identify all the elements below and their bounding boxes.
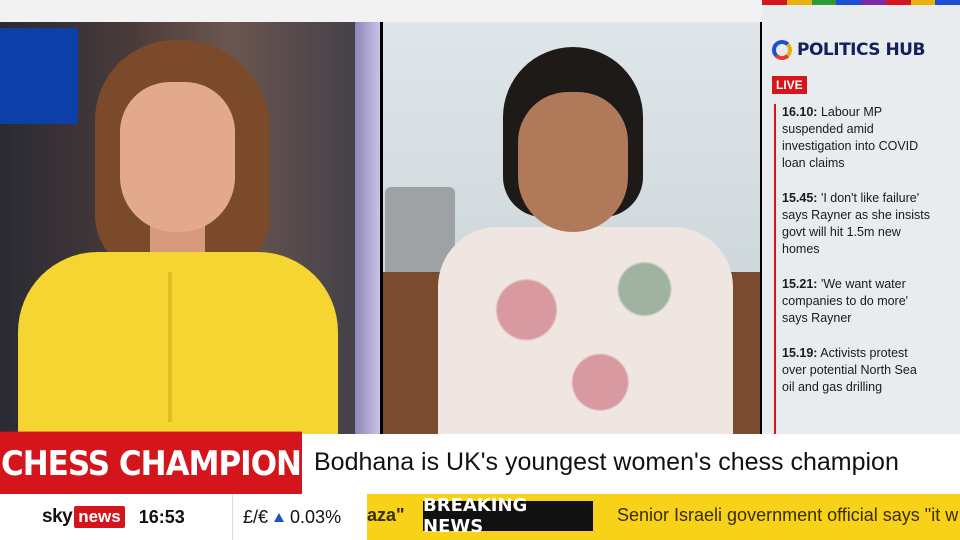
ticker-bar: sky news 16:53 £/€ 0.03% aza" BREAKING N… — [0, 494, 960, 540]
hub-item-time: 15.19: — [782, 346, 818, 360]
presenter-face — [120, 82, 235, 232]
color-stripe — [910, 0, 936, 5]
breaking-news-label: BREAKING NEWS — [423, 495, 593, 537]
currency-pair: £/€ — [243, 506, 269, 527]
color-stripe — [861, 0, 886, 5]
timeline-line — [774, 104, 776, 434]
currency-ticker: £/€ 0.03% — [232, 494, 367, 540]
politics-hub-header: POLITICS HUB — [772, 40, 925, 60]
color-stripe — [935, 0, 960, 5]
live-badge: LIVE — [772, 76, 807, 94]
color-stripe — [836, 0, 861, 5]
color-stripe — [885, 0, 911, 5]
news-logo-box: news — [74, 506, 125, 528]
guest-face — [518, 92, 628, 232]
politics-hub-title: POLITICS HUB — [797, 40, 925, 60]
color-stripe — [786, 0, 812, 5]
sky-logo-text: sky — [42, 506, 73, 527]
guest-floral-top — [438, 227, 733, 434]
hub-item: 15.19: Activists protest over potential … — [782, 345, 932, 396]
clock: 16:53 — [138, 506, 185, 527]
hub-item: 16.10: Labour MP suspended amid investig… — [782, 104, 932, 172]
previous-story-fragment: aza" — [367, 505, 405, 525]
presenter-yellow-blouse — [18, 252, 338, 434]
up-arrow-icon — [274, 512, 285, 522]
studio-screen — [0, 28, 78, 124]
sky-news-brand: sky news 16:53 — [0, 494, 232, 540]
hub-item-time: 16.10: — [782, 105, 818, 119]
studio-video-feed — [0, 22, 380, 434]
hub-item: 15.45: 'I don't like failure' says Rayne… — [782, 190, 932, 258]
color-stripe — [762, 0, 787, 5]
guest-video-feed — [383, 22, 760, 434]
lower-third: CHESS CHAMPION Bodhana is UK's youngest … — [0, 431, 960, 497]
currency-change: 0.03% — [290, 506, 342, 527]
strap-label: CHESS CHAMPION — [0, 431, 302, 497]
hub-item-time: 15.45: — [782, 191, 818, 205]
politics-hub-logo-icon — [772, 40, 792, 60]
politics-hub-panel: POLITICS HUB LIVE 16.10: Labour MP suspe… — [762, 0, 960, 434]
color-stripe — [811, 0, 837, 5]
hub-item: 15.21: 'We want water companies to do mo… — [782, 276, 932, 327]
color-stripes — [762, 0, 960, 5]
hub-item-time: 15.21: — [782, 277, 818, 291]
studio-pillar — [355, 22, 380, 434]
strap-headline: Bodhana is UK's youngest women's chess c… — [314, 448, 899, 476]
news-scroll: aza" BREAKING NEWS Senior Israeli govern… — [367, 494, 960, 540]
scroll-story-text: Senior Israeli government official says … — [617, 505, 959, 525]
